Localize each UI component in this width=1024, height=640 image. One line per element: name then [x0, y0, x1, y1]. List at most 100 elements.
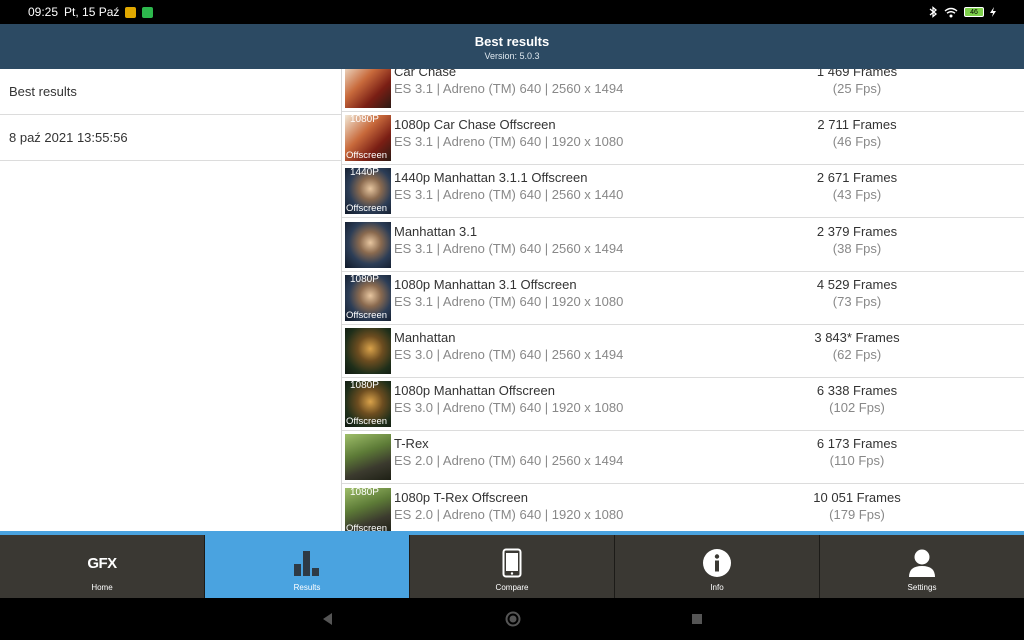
results-list-panel: Best results 8 paź 2021 13:55:56 — [0, 69, 342, 531]
benchmark-frames: 1 469 Frames — [816, 69, 898, 79]
benchmark-frames: 2 379 Frames — [816, 223, 898, 239]
list-item-best-results[interactable]: Best results — [0, 69, 341, 115]
benchmark-frames: 2 711 Frames — [817, 117, 897, 133]
tab-info-label: Info — [710, 583, 724, 592]
bar-chart-icon — [294, 551, 319, 576]
result-row[interactable]: 1440P Offscreen 1440p Manhattan 3.1.1 Offs… — [342, 165, 1024, 219]
benchmark-thumbnail: 1080P Offscreen — [345, 274, 391, 321]
notification-app-icon — [125, 6, 137, 18]
battery-icon: 46 — [964, 7, 984, 17]
thumbnail-offscreen-tag: Offscreen — [346, 150, 388, 162]
benchmark-frames: 2 671 Frames — [816, 170, 898, 186]
list-item-session[interactable]: 8 paź 2021 13:55:56 — [0, 115, 341, 161]
info-icon — [703, 549, 731, 577]
user-icon — [909, 549, 935, 577]
thumbnail-resolution-tag: 1440P — [350, 168, 379, 179]
benchmark-fps: (38 Fps) — [832, 240, 882, 256]
benchmark-fps: (46 Fps) — [832, 134, 882, 150]
tab-settings-label: Settings — [907, 583, 937, 592]
benchmark-frames: 6 338 Frames — [816, 383, 898, 399]
benchmark-thumbnail: 1080P Offscreen — [345, 487, 391, 531]
benchmark-name: Manhattan 3.1 — [394, 223, 478, 239]
benchmark-thumbnail: 1080P Offscreen — [345, 115, 391, 162]
result-row[interactable]: 1080P Offscreen 1080p Manhattan Offscreen E… — [342, 378, 1024, 432]
main-content: Best results 8 paź 2021 13:55:56 Car Cha… — [0, 69, 1024, 531]
benchmark-fps: (179 Fps) — [829, 506, 885, 522]
tab-info[interactable]: Info — [615, 535, 820, 598]
benchmark-name: Manhattan — [394, 330, 456, 345]
home-nav-icon[interactable] — [505, 611, 521, 627]
benchmark-fps: (62 Fps) — [832, 347, 882, 362]
benchmark-name: 1080p T-Rex Offscreen — [394, 489, 528, 505]
system-nav-bar — [0, 598, 1024, 640]
benchmark-name: 1080p Manhattan 3.1 Offscreen — [394, 276, 577, 292]
result-row[interactable]: T-Rex ES 2.0 | Adreno (TM) 640 | 2560 x 1… — [342, 431, 1024, 485]
result-row[interactable]: Manhattan 3.1 ES 3.1 | Adreno (TM) 640 | … — [342, 219, 1024, 272]
gfx-logo-icon: GFX — [87, 554, 117, 572]
benchmark-thumbnail: 1440P Offscreen — [345, 168, 391, 215]
benchmark-details: ES 3.1 | Adreno (TM) 640 | 1920 x 1080 — [394, 134, 624, 150]
bottom-tab-bar: GFX Home Results Compare Info Settings — [0, 535, 1024, 598]
status-time: 09:25 — [28, 5, 59, 19]
thumbnail-offscreen-tag: Offscreen — [346, 203, 388, 215]
benchmark-frames: 4 529 Frames — [816, 276, 898, 292]
benchmark-name: T-Rex — [394, 436, 429, 452]
thumbnail-offscreen-tag: Offscreen — [346, 416, 388, 428]
benchmark-details: ES 3.1 | Adreno (TM) 640 | 2560 x 1494 — [394, 240, 624, 256]
benchmark-details: ES 3.1 | Adreno (TM) 640 | 1920 x 1080 — [394, 293, 624, 309]
result-row[interactable]: Manhattan ES 3.0 | Adreno (TM) 640 | 2560… — [342, 325, 1024, 378]
phone-icon — [502, 548, 522, 578]
thumbnail-resolution-tag: 1080P — [350, 381, 379, 392]
benchmark-thumbnail — [345, 434, 391, 481]
benchmark-name: 1440p Manhattan 3.1.1 Offscreen — [394, 170, 588, 186]
page-title: Best results — [474, 34, 550, 49]
app-header: Best results Version: 5.0.3 — [0, 24, 1024, 69]
benchmark-details: ES 3.0 | Adreno (TM) 640 | 2560 x 1494 — [394, 347, 624, 362]
tab-home[interactable]: GFX Home — [0, 535, 205, 598]
result-row[interactable]: 1080P Offscreen 1080p Manhattan 3.1 Offscr… — [342, 272, 1024, 325]
tab-home-label: Home — [91, 583, 113, 592]
thumbnail-resolution-tag: 1080P — [350, 274, 379, 285]
benchmark-frames: 6 173 Frames — [816, 436, 898, 452]
version-label: Version: 5.0.3 — [484, 51, 540, 61]
benchmark-name: 1080p Car Chase Offscreen — [394, 117, 556, 133]
recents-icon[interactable] — [691, 613, 703, 625]
benchmark-details: ES 2.0 | Adreno (TM) 640 | 1920 x 1080 — [394, 506, 624, 522]
benchmark-fps: (102 Fps) — [829, 400, 885, 416]
results-detail-panel[interactable]: Car Chase ES 3.1 | Adreno (TM) 640 | 2560… — [342, 69, 1024, 531]
benchmark-fps: (25 Fps) — [832, 81, 882, 96]
benchmark-name: Car Chase — [394, 69, 457, 79]
tab-compare-label: Compare — [495, 583, 529, 592]
result-row[interactable]: 1080P Offscreen 1080p Car Chase Offscreen E… — [342, 112, 1024, 166]
tab-results-label: Results — [293, 583, 321, 592]
benchmark-thumbnail — [345, 221, 391, 268]
benchmark-thumbnail — [345, 69, 391, 108]
benchmark-fps: (73 Fps) — [832, 293, 882, 309]
tab-results[interactable]: Results — [205, 535, 410, 598]
benchmark-details: ES 3.1 | Adreno (TM) 640 | 2560 x 1440 — [394, 187, 624, 203]
benchmark-name: 1080p Manhattan Offscreen — [394, 383, 555, 399]
benchmark-frames: 3 843* Frames — [814, 330, 900, 345]
result-row[interactable]: 1080P Offscreen 1080p T-Rex Offscreen ES 2.… — [342, 485, 1024, 531]
tab-settings[interactable]: Settings — [820, 535, 1024, 598]
benchmark-details: ES 2.0 | Adreno (TM) 640 | 2560 x 1494 — [394, 453, 624, 469]
thumbnail-resolution-tag: 1080P — [350, 487, 379, 498]
benchmark-fps: (110 Fps) — [829, 453, 885, 469]
status-bar: 09:25 Pt, 15 Paź 46 — [0, 0, 1024, 24]
back-icon[interactable] — [321, 612, 335, 626]
tab-compare[interactable]: Compare — [410, 535, 615, 598]
bluetooth-icon — [929, 6, 938, 18]
status-date: Pt, 15 Paź — [64, 5, 120, 19]
thumbnail-resolution-tag: 1080P — [350, 115, 379, 126]
benchmark-details: ES 3.1 | Adreno (TM) 640 | 2560 x 1494 — [394, 81, 624, 96]
benchmark-thumbnail — [345, 328, 391, 374]
thumbnail-offscreen-tag: Offscreen — [346, 309, 388, 321]
benchmark-frames: 10 051 Frames — [813, 489, 901, 505]
benchmark-details: ES 3.0 | Adreno (TM) 640 | 1920 x 1080 — [394, 400, 624, 416]
wifi-icon — [944, 7, 958, 17]
benchmark-thumbnail: 1080P Offscreen — [345, 381, 391, 428]
result-row[interactable]: Car Chase ES 3.1 | Adreno (TM) 640 | 2560… — [342, 69, 1024, 112]
notification-chat-icon — [142, 6, 154, 18]
charging-icon — [990, 7, 996, 17]
benchmark-fps: (43 Fps) — [832, 187, 882, 203]
